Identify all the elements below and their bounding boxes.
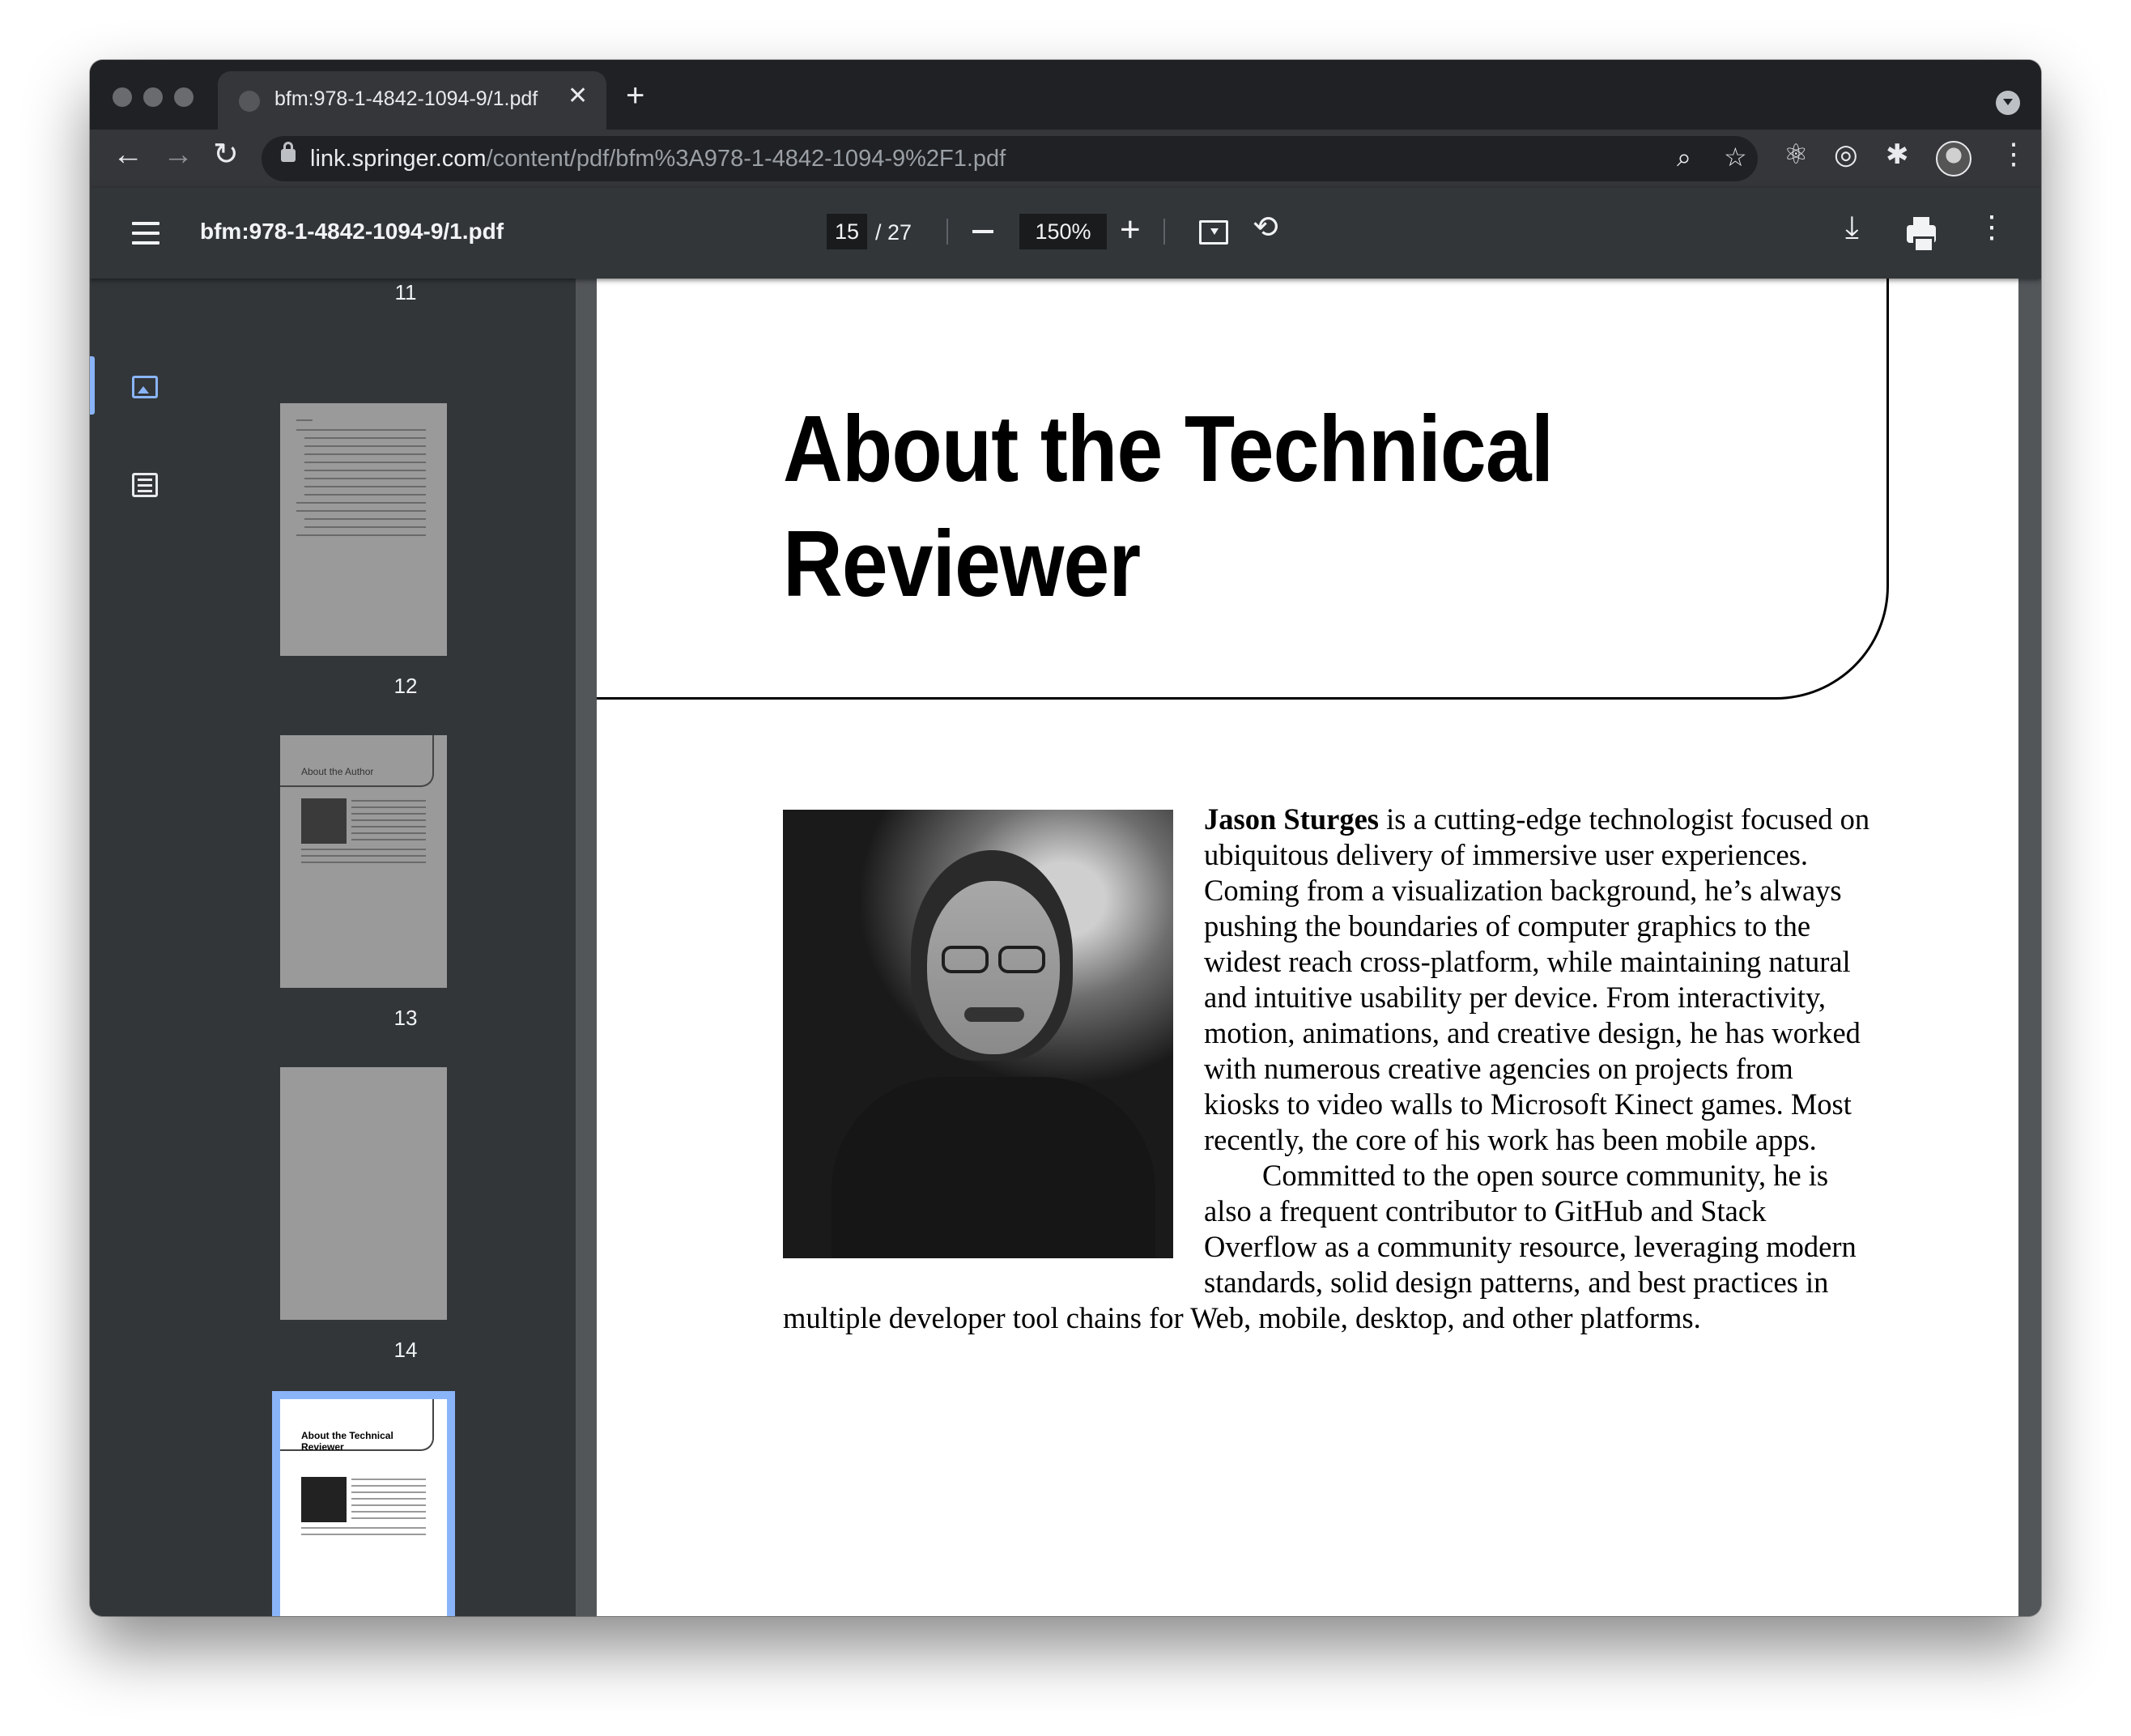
back-icon[interactable]: ← xyxy=(113,139,143,170)
minimize-window-button[interactable] xyxy=(143,87,163,107)
reload-icon[interactable]: ↻ xyxy=(213,139,239,170)
close-window-button[interactable] xyxy=(113,87,132,107)
thumbnails-view-icon[interactable] xyxy=(132,376,158,398)
sidebar-scrollbar[interactable] xyxy=(576,279,589,1616)
extensions-puzzle-icon[interactable]: ✱ xyxy=(1886,141,1909,168)
browser-window: bfm:978-1-4842-1094-9/1.pdf ✕ + ← → ↻ li… xyxy=(90,60,2041,1616)
forward-icon[interactable]: → xyxy=(163,139,194,170)
page-thumbnail-13[interactable]: About the Author xyxy=(280,735,447,988)
reviewer-name: Jason Sturges xyxy=(1204,802,1379,836)
tab-strip: bfm:978-1-4842-1094-9/1.pdf ✕ + xyxy=(90,60,2041,130)
url-text[interactable]: link.springer.com/content/pdf/bfm%3A978-… xyxy=(310,146,1006,172)
pdf-toolbar: bfm:978-1-4842-1094-9/1.pdf 15 / 27 150%… xyxy=(90,188,2041,279)
react-devtools-icon[interactable]: ⚛ xyxy=(1784,141,1808,168)
page-thumbnail-15[interactable]: About the Technical Reviewer xyxy=(272,1391,455,1616)
page-thumbnail-14[interactable] xyxy=(280,1067,447,1320)
download-icon[interactable]: ⤓ xyxy=(1845,212,1859,243)
zoom-in-button[interactable]: + xyxy=(1120,212,1141,248)
zoom-out-button[interactable] xyxy=(972,230,993,233)
pdf-viewport[interactable]: About the Technical Reviewer Jason Sturg… xyxy=(589,279,2041,1616)
pdf-title: bfm:978-1-4842-1094-9/1.pdf xyxy=(200,219,504,244)
address-bar[interactable]: link.springer.com/content/pdf/bfm%3A978-… xyxy=(262,136,1758,181)
zoom-icon[interactable]: ⌕ xyxy=(1677,144,1691,170)
page-label-11: 11 xyxy=(394,280,417,304)
tab-close-icon[interactable]: ✕ xyxy=(568,84,588,108)
reviewer-bio: Jason Sturges is a cutting-edge technolo… xyxy=(783,802,1876,1336)
thumbnail-sidebar[interactable]: 11 12 About the Author 13 14 About the T… xyxy=(90,279,576,1616)
profile-avatar[interactable] xyxy=(1936,141,1971,177)
page-label-12: 12 xyxy=(393,674,418,698)
sidebar-menu-icon[interactable] xyxy=(132,222,160,245)
active-view-indicator xyxy=(90,356,95,415)
globe-icon xyxy=(239,91,260,112)
page-total: / 27 xyxy=(875,220,912,245)
bookmark-star-icon[interactable]: ☆ xyxy=(1724,144,1747,170)
toolbar-divider xyxy=(1163,219,1165,245)
pdf-page: About the Technical Reviewer Jason Sturg… xyxy=(597,279,2018,1616)
pdf-more-icon[interactable]: ⋮ xyxy=(1976,212,2007,243)
page-label-13: 13 xyxy=(393,1006,418,1030)
tab-search-icon[interactable] xyxy=(1996,91,2020,115)
chapter-title: About the Technical Reviewer xyxy=(783,396,1554,616)
thumbnail-heading: About the Author xyxy=(301,766,374,777)
maximize-window-button[interactable] xyxy=(174,87,194,107)
page-thumbnail-12[interactable] xyxy=(280,403,447,656)
lock-icon[interactable] xyxy=(281,142,296,162)
tab-pdf[interactable]: bfm:978-1-4842-1094-9/1.pdf ✕ xyxy=(218,71,606,130)
zoom-level-input[interactable]: 150% xyxy=(1019,214,1107,249)
toolbar-divider xyxy=(946,219,948,245)
browser-menu-icon[interactable]: ⋮ xyxy=(1999,139,2028,168)
thumbnail-photo xyxy=(301,1477,347,1522)
browser-toolbar: ← → ↻ link.springer.com/content/pdf/bfm%… xyxy=(90,130,2041,188)
thumbnail-photo xyxy=(301,798,347,844)
new-tab-button[interactable]: + xyxy=(626,79,644,112)
outline-view-icon[interactable] xyxy=(132,473,158,497)
tab-title: bfm:978-1-4842-1094-9/1.pdf xyxy=(274,87,538,110)
rotate-icon[interactable]: ⟲ xyxy=(1253,212,1278,243)
thumbnail-heading: About the Technical Reviewer xyxy=(301,1430,393,1453)
target-extension-icon[interactable]: ◎ xyxy=(1834,141,1858,168)
page-label-14: 14 xyxy=(393,1338,418,1362)
page-number-input[interactable]: 15 xyxy=(827,214,867,249)
fit-to-page-icon[interactable] xyxy=(1199,220,1228,245)
print-icon[interactable] xyxy=(1907,217,1936,253)
